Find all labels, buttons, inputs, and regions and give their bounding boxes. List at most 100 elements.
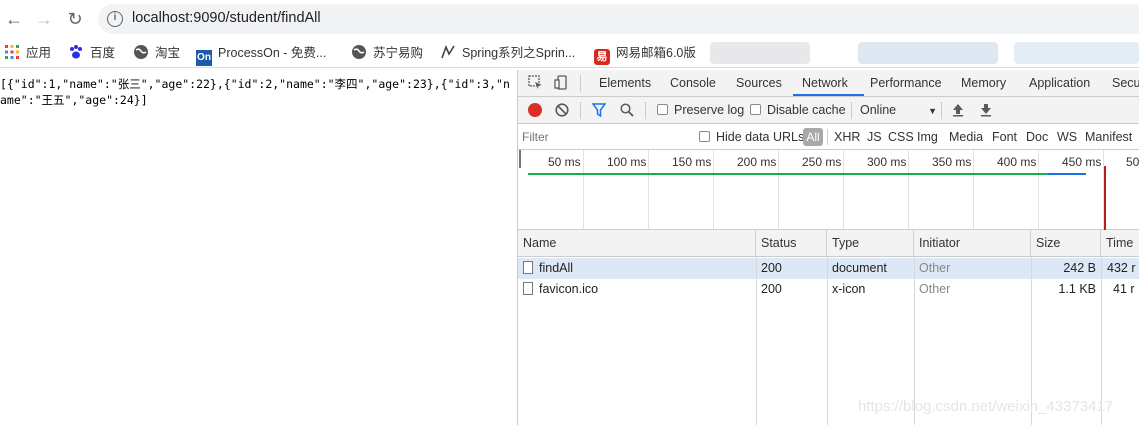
filter-img[interactable]: Img bbox=[917, 130, 938, 144]
bookmark-label: 应用 bbox=[26, 46, 52, 60]
filter-all-button[interactable]: All bbox=[803, 128, 823, 146]
inspect-element-icon[interactable] bbox=[528, 75, 543, 93]
tick-label: 50 ms bbox=[548, 155, 581, 169]
bookmarks-bar: 应用 百度 淘宝 On ProcessOn - 免费... 苏宁易购 Spring… bbox=[0, 38, 1139, 68]
netease-mail-icon: 易 bbox=[594, 49, 610, 65]
json-response-text: [{"id":1,"name":"张三","age":22},{"id":2,"… bbox=[0, 77, 510, 107]
info-icon[interactable]: i bbox=[107, 11, 123, 27]
blurred-bookmark bbox=[858, 42, 998, 64]
bookmark-baidu[interactable]: 百度 bbox=[68, 44, 115, 62]
checkbox[interactable] bbox=[657, 104, 668, 115]
tick-label: 200 ms bbox=[737, 155, 777, 169]
divider bbox=[851, 102, 852, 119]
device-toolbar-icon[interactable] bbox=[554, 75, 569, 93]
filter-doc[interactable]: Doc bbox=[1026, 130, 1048, 144]
import-har-icon[interactable] bbox=[952, 103, 964, 120]
hide-data-urls-toggle[interactable]: Hide data URLs bbox=[699, 130, 804, 144]
reload-icon[interactable]: ↻ bbox=[65, 9, 85, 29]
throttle-value: Online bbox=[860, 103, 897, 117]
filter-font[interactable]: Font bbox=[992, 130, 1017, 144]
blurred-bookmark bbox=[710, 42, 810, 64]
type-cell: x-icon bbox=[832, 282, 866, 296]
divider bbox=[580, 102, 581, 119]
tick-label: 350 ms bbox=[932, 155, 972, 169]
type-cell: document bbox=[832, 261, 887, 275]
divider bbox=[580, 75, 581, 92]
filter-js[interactable]: JS bbox=[867, 130, 882, 144]
tick-label: 50 bbox=[1126, 155, 1139, 169]
preserve-log-toggle[interactable]: Preserve log bbox=[657, 103, 744, 117]
status-cell: 200 bbox=[761, 261, 782, 275]
request-name-cell: favicon.ico bbox=[518, 279, 756, 300]
bookmark-taobao[interactable]: 淘宝 bbox=[133, 44, 180, 62]
load-event-marker bbox=[1104, 166, 1106, 230]
filter-css[interactable]: CSS bbox=[888, 130, 914, 144]
request-name: favicon.ico bbox=[539, 282, 599, 296]
devtools-tabbar: Elements Console Sources Network Perform… bbox=[518, 70, 1139, 97]
filter-input[interactable] bbox=[522, 128, 682, 146]
request-waterfall-bar bbox=[528, 173, 1048, 175]
search-icon[interactable] bbox=[620, 103, 634, 120]
url-text[interactable]: localhost:9090/student/findAll bbox=[132, 10, 321, 26]
filter-bar: Hide data URLs All XHR JS CSS Img Media … bbox=[518, 124, 1139, 150]
grid-line bbox=[1038, 150, 1039, 229]
tab-application[interactable]: Application bbox=[1029, 76, 1090, 90]
tab-elements[interactable]: Elements bbox=[599, 76, 651, 90]
grid-line bbox=[843, 150, 844, 229]
address-bar[interactable]: i localhost:9090/student/findAll bbox=[98, 4, 1139, 34]
checkbox[interactable] bbox=[699, 131, 710, 142]
globe-icon bbox=[351, 44, 367, 60]
column-divider bbox=[827, 257, 828, 425]
throttle-select[interactable]: Online ▼ bbox=[860, 103, 937, 117]
disable-cache-toggle[interactable]: Disable cache bbox=[750, 103, 846, 117]
initiator-cell: Other bbox=[919, 282, 951, 296]
column-header-type[interactable]: Type bbox=[827, 230, 914, 257]
request-waterfall-bar bbox=[1048, 173, 1086, 175]
network-overview-timeline[interactable]: 50 ms 100 ms 150 ms 200 ms 250 ms 300 ms… bbox=[518, 150, 1139, 230]
forward-arrow-icon[interactable]: → bbox=[34, 9, 54, 29]
tab-network[interactable]: Network bbox=[802, 76, 848, 90]
bookmark-netease[interactable]: 易网易邮箱6.0版 bbox=[594, 44, 696, 65]
column-header-status[interactable]: Status bbox=[756, 230, 827, 257]
tab-security[interactable]: Secu bbox=[1112, 76, 1139, 90]
tab-console[interactable]: Console bbox=[670, 76, 716, 90]
status-cell: 200 bbox=[761, 282, 782, 296]
checkbox[interactable] bbox=[750, 104, 761, 115]
filter-manifest[interactable]: Manifest bbox=[1085, 130, 1132, 144]
bookmark-label: 淘宝 bbox=[155, 46, 181, 60]
record-icon[interactable] bbox=[528, 103, 542, 117]
table-row[interactable]: findAll 200 document Other 242 B 432 r bbox=[518, 258, 1139, 279]
grid-line bbox=[648, 150, 649, 229]
grid-line bbox=[778, 150, 779, 229]
export-har-icon[interactable] bbox=[980, 103, 992, 120]
timeline-left-handle[interactable] bbox=[519, 150, 521, 168]
column-divider bbox=[756, 257, 757, 425]
tick-label: 300 ms bbox=[867, 155, 907, 169]
bookmark-apps[interactable]: 应用 bbox=[4, 44, 51, 62]
filter-xhr[interactable]: XHR bbox=[834, 130, 860, 144]
column-header-size[interactable]: Size bbox=[1031, 230, 1101, 257]
bookmark-processon[interactable]: On ProcessOn - 免费... bbox=[196, 44, 326, 66]
requests-table: Name Status Type Initiator Size Time fin… bbox=[518, 230, 1139, 425]
back-arrow-icon[interactable]: ← bbox=[4, 9, 24, 29]
tab-sources[interactable]: Sources bbox=[736, 76, 782, 90]
filter-funnel-icon[interactable] bbox=[591, 103, 607, 120]
time-cell: 432 r bbox=[1107, 261, 1136, 275]
column-header-initiator[interactable]: Initiator bbox=[914, 230, 1031, 257]
bookmark-spring[interactable]: Spring系列之Sprin... bbox=[440, 44, 575, 62]
filter-ws[interactable]: WS bbox=[1057, 130, 1077, 144]
network-controls: Preserve log Disable cache Online ▼ bbox=[518, 97, 1139, 124]
divider bbox=[645, 102, 646, 119]
table-row[interactable]: favicon.ico 200 x-icon Other 1.1 KB 41 r bbox=[518, 279, 1139, 300]
request-name: findAll bbox=[539, 261, 574, 275]
tab-performance[interactable]: Performance bbox=[870, 76, 942, 90]
browser-toolbar: ← → ↻ i localhost:9090/student/findAll bbox=[0, 0, 1139, 38]
filter-media[interactable]: Media bbox=[949, 130, 983, 144]
dropdown-caret-icon: ▼ bbox=[928, 106, 938, 116]
column-header-name[interactable]: Name bbox=[518, 230, 756, 257]
clear-icon[interactable] bbox=[555, 103, 569, 120]
tab-memory[interactable]: Memory bbox=[961, 76, 1006, 90]
column-header-time[interactable]: Time bbox=[1101, 230, 1139, 257]
bookmark-suning[interactable]: 苏宁易购 bbox=[351, 44, 423, 62]
tick-label: 450 ms bbox=[1062, 155, 1102, 169]
